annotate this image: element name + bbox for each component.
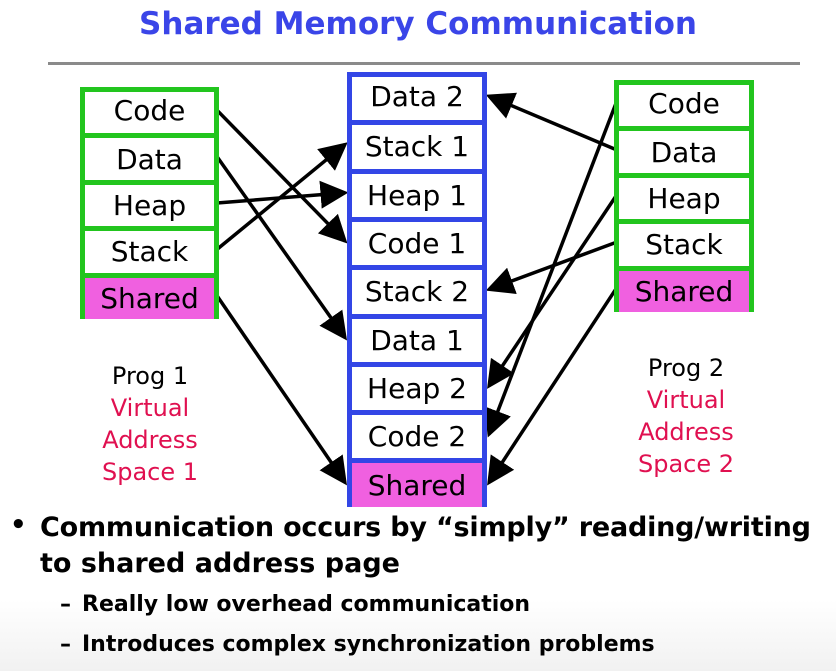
arrow-prog2-seg2-to-phys6 [487,195,618,389]
phys-segment-heap-2: Heap 2 [352,361,482,410]
prog1-vas-line3: Space 1 [101,458,199,486]
prog1-vas-line1: Virtual [110,394,190,422]
physical-memory: Data 2 Stack 1 Heap 1 Code 1 Stack 2 Data 1 He… [347,72,487,507]
phys-segment-stack-2: Stack 2 [352,265,482,313]
prog1-segment-heap: Heap [85,179,214,226]
arrow-prog2-seg1-to-phys0 [485,92,617,152]
prog1-vas-line2: Address [102,426,198,454]
sub-bullet-dash-1: – [60,592,71,617]
prog2-segment-code: Code [648,86,720,120]
arrow-prog1-seg0-to-phys3 [215,108,348,244]
prog1-segment-stack: Stack [85,226,214,272]
phys-segment-heap-1: Heap 1 [352,168,482,217]
phys-segment-code-1: Code 1 [352,216,482,265]
prog1-segment-shared: Shared [85,272,214,319]
prog2-vas-line1: Virtual [646,386,726,414]
prog2-segment-heap: Heap [619,172,749,219]
arrow-prog1-seg4-to-phys8 [215,294,347,486]
sub-bullet-dash-2: – [60,632,71,657]
prog1-address-space: Code Data Heap Stack Shared [80,87,219,319]
phys-segment-shared: Shared [352,458,482,507]
prog2-name: Prog 2 [647,354,725,382]
phys-segment-stack-1: Stack 1 [352,120,482,168]
bullet-main-line2: to shared address page [40,548,400,579]
arrow-prog2-seg3-to-phys4 [485,240,617,294]
prog2-segment-shared: Shared [619,265,749,312]
prog2-vas-line2: Address [638,418,734,446]
prog2-segment-data: Data [619,126,749,172]
slide: Shared Memory Communication Code Data Heap… [0,0,836,671]
prog2-address-space: Code Data Heap Stack Shared [614,80,754,312]
arrow-prog1-seg1-to-phys5 [215,155,348,341]
phys-segment-data-2: Data 2 [370,79,464,113]
sub-bullet-1: Really low overhead communication [82,592,531,617]
prog1-segment-data: Data [85,133,214,179]
prog1-segment-code: Code [113,93,186,127]
bullet-marker: • [10,510,27,540]
prog2-label: Prog 2 Virtual Address Space 2 [606,352,766,480]
bullet-main-line1: Communication occurs by “simply” reading… [40,512,811,543]
prog2-segment-stack: Stack [619,219,749,265]
phys-segment-code-2: Code 2 [352,410,482,458]
arrow-prog1-seg3-to-phys1 [215,142,348,251]
prog1-label: Prog 1 Virtual Address Space 1 [70,360,230,488]
prog2-vas-line3: Space 2 [637,450,735,478]
prog1-name: Prog 1 [111,362,189,390]
phys-segment-data-1: Data 1 [352,313,482,362]
sub-bullet-2: Introduces complex synchronization probl… [82,632,655,657]
